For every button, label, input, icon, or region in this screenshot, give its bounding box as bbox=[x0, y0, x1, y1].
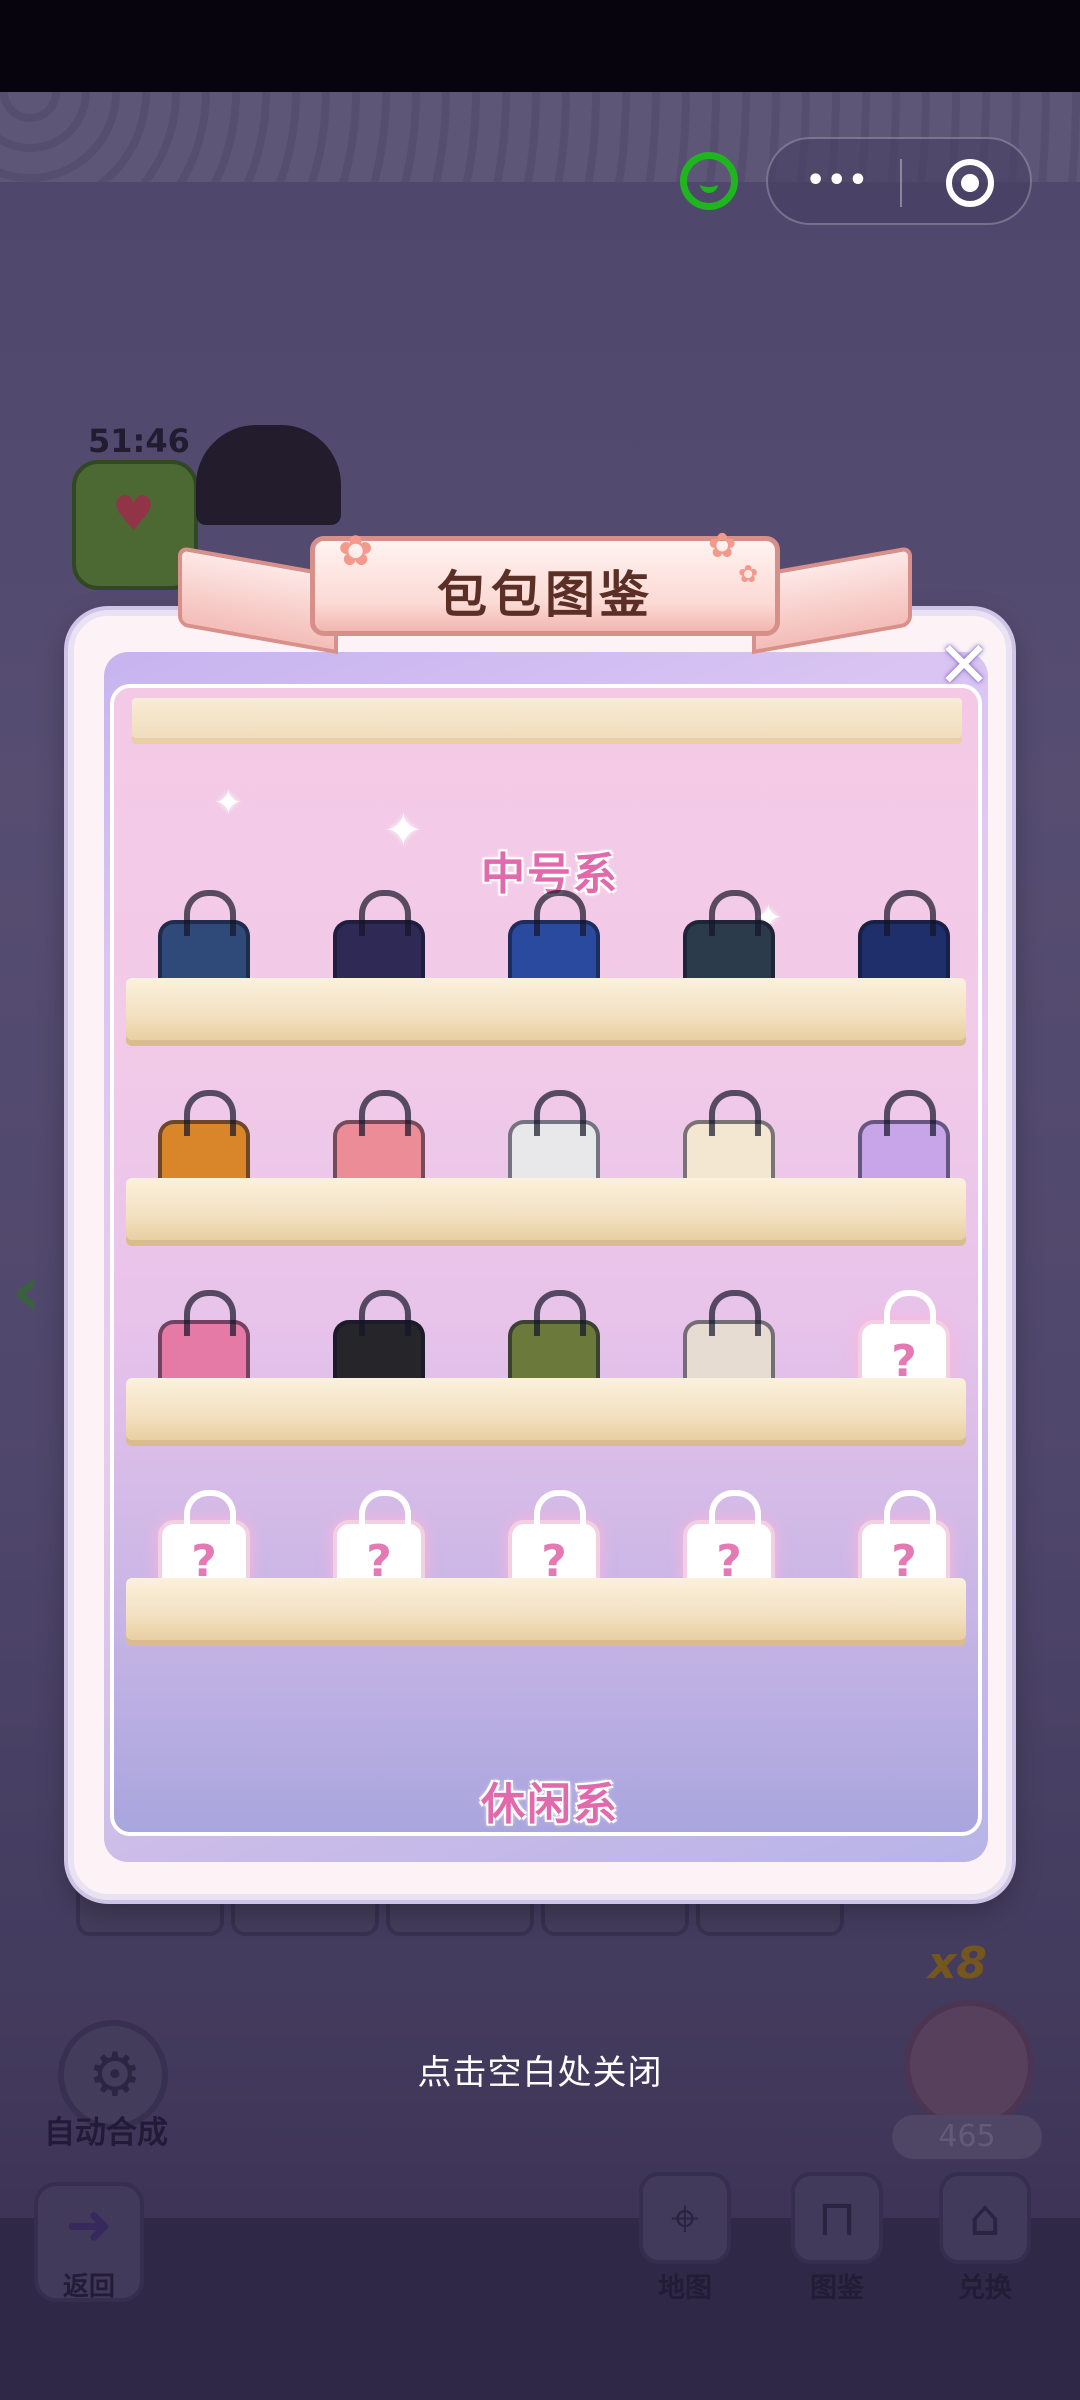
more-dots-icon[interactable]: ••• bbox=[806, 163, 870, 198]
sparkle-icon: ✦ bbox=[214, 783, 243, 823]
bag-catalog-modal: ✦ ✦ ✦ ✦ 中号系 ?????? 休闲系 bbox=[68, 610, 1012, 1900]
green-status-icon[interactable] bbox=[680, 152, 738, 210]
flower-icon: ✿ bbox=[708, 526, 737, 566]
modal-title: 包包图鉴 bbox=[437, 566, 653, 624]
flower-icon: ✿ bbox=[738, 560, 759, 588]
mini-program-capsule: ••• bbox=[766, 137, 1032, 225]
section-title-casual: 休闲系 bbox=[481, 1779, 619, 1830]
shelf bbox=[126, 978, 966, 1040]
shelf bbox=[126, 1178, 966, 1240]
shelf bbox=[126, 1378, 966, 1440]
flower-icon: ✿ bbox=[338, 526, 374, 575]
top-shelf bbox=[132, 698, 962, 738]
close-hint: 点击空白处关闭 bbox=[417, 2053, 663, 2093]
capsule-divider bbox=[900, 159, 902, 207]
close-icon[interactable]: ✕ bbox=[930, 634, 998, 704]
shelf bbox=[126, 1578, 966, 1640]
catalog-scroll-area[interactable]: ✦ ✦ ✦ ✦ 中号系 ?????? 休闲系 bbox=[110, 684, 982, 1836]
mini-program-close-icon[interactable] bbox=[946, 159, 994, 207]
